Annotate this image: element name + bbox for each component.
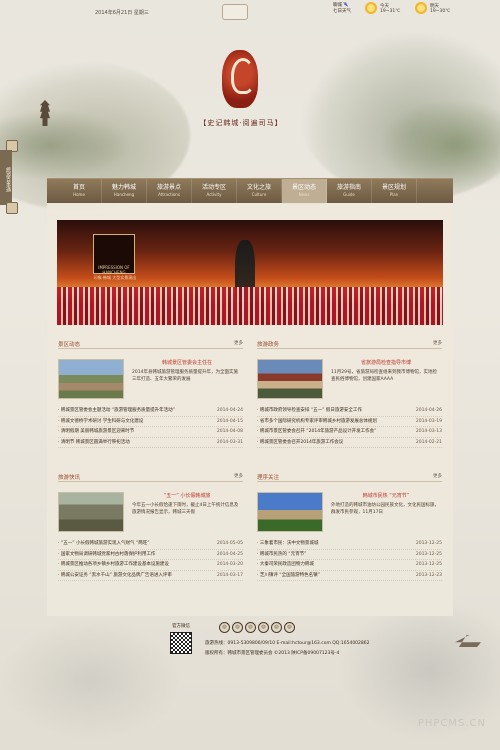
banner-logo: IMPRESSION OF HANCHENG [93, 234, 135, 275]
nav-item-home[interactable]: 首页 Home [57, 179, 102, 204]
list-item[interactable]: · 清明节 韩城景区圆满举行祭祀活动 2014-03-31 [58, 438, 243, 448]
nav-item-news[interactable]: 景区动态 News [282, 179, 327, 204]
feature-thumbnail[interactable] [58, 359, 124, 399]
list-item[interactable]: · 大秦司荣民政造团物力韩城 2013-12-25 [257, 560, 442, 571]
footer-copyright: 版权所有：韩城市景区管理委员会 ©2013 陕ICP备09007123号-4 [205, 651, 340, 656]
footer-contact: 旅游热线：0913-5309806/09/10 E-mail:hctour@16… [205, 641, 370, 646]
top-bar: 2014年6月21日 星期三 聊城 🌂 七日天气 今天 19~31℃ 明天 19~3… [0, 0, 500, 22]
site-logo[interactable] [222, 50, 258, 108]
more-link[interactable]: 更多 [234, 473, 243, 481]
weather-city[interactable]: 聊城 🌂 七日天气 [333, 3, 351, 15]
feature-title[interactable]: “五一” 小长假韩城旅 [132, 492, 242, 499]
more-link[interactable]: 更多 [433, 473, 442, 481]
renren-icon[interactable]: ◎ [258, 622, 269, 633]
list-item[interactable]: · 芝川镇评 “全国旅游特色名镇” 2013-12-23 [257, 571, 442, 581]
feature-desc: 外地打造的韩城市油坊公园民族文化，文化民国标旗，群发市民参观，11月17日 [331, 503, 439, 515]
list-item[interactable]: · 韩城景区管委会召开2014年旅游工作会议 2014-02-21 [257, 438, 442, 448]
top-emblem [222, 4, 248, 20]
section-tourism-affairs: 旅游政务 更多 省旅游局检查指导市博 11月29号，省旅游局检查组来到我市博物馆，实… [257, 340, 442, 448]
section-focus: 理序关注 更多 韩城市民热 “元宵节” 外地打造的韩城市油坊公园民族文化，文化民国标… [257, 473, 442, 581]
hero-banner[interactable]: IMPRESSION OF HANCHENG 印象·韩城 大型实景演出 [57, 220, 443, 325]
weixin-icon[interactable]: ◎ [245, 622, 256, 633]
list-item[interactable]: · 韩城景区推动各项乡镇乡村旅游工作建设基本设施建设 2014-03-20 [58, 560, 243, 571]
feature-title[interactable]: 省旅游局检查指导市博 [331, 359, 441, 366]
section-title: 旅游政务 [257, 342, 280, 348]
watermark: PHPCMS.CN [417, 718, 486, 729]
weather-tomorrow: 明天 19~30℃ [415, 2, 450, 14]
main-navigation: 首页 Home 魅力韩城 Hancheng 旅游景点 Attractions 活动专区… [47, 178, 453, 204]
nav-item-attractions[interactable]: 旅游景点 Attractions [147, 179, 192, 204]
nav-item-guide[interactable]: 旅游指南 Guide [327, 179, 372, 204]
list-item[interactable]: · 清明假期 美丽韩城旅游景区迎来时节 2014-04-08 [58, 427, 243, 438]
site-slogan: 【史记韩城·阅遍司马】 [199, 119, 283, 127]
list-item[interactable]: · 国家文物局调研韩城党家村古村落保护利用工作 2014-04-25 [58, 550, 243, 560]
weather-today: 今天 19~31℃ [365, 2, 400, 14]
list-item[interactable]: · 三象着市民：沃中文物景城城 2013-12-25 [257, 539, 442, 550]
feature-thumbnail[interactable] [257, 359, 323, 399]
feature-desc: 今年五一小长假恰逢下雨时，截止4日上午统计信息及旅游情况报告显示，韩城三天假 [132, 503, 239, 515]
nav-item-hancheng[interactable]: 魅力韩城 Hancheng [102, 179, 147, 204]
section-scenic-news: 景区动态 更多 韩城景区管委会主任在 2014年县韩城旅游管理服务质量提升年，为全面… [58, 340, 243, 448]
section-title: 景区动态 [58, 342, 81, 348]
feature-title[interactable]: 韩城市民热 “元宵节” [331, 492, 441, 499]
list-item[interactable]: · 韩城市政府领导检查安排 “五一” 假日旅游安全工作 2014-04-26 [257, 406, 442, 417]
social-icons: ◎ ◎ ◎ ◎ ◎ ◎ [219, 622, 295, 633]
banner-logo-caption: 印象·韩城 大型实景演出 [93, 275, 137, 280]
more-link[interactable]: 更多 [433, 340, 442, 348]
douban-icon[interactable]: ◎ [271, 622, 282, 633]
section-tourism-flash: 旅游快讯 更多 “五一” 小长假韩城旅今年五一小长假恰逢下雨时，截止4日上午统计信… [58, 473, 243, 581]
list-item[interactable]: · 韩城文德桥学术研讨 学生科研与文化建设 2014-04-15 [58, 417, 243, 427]
list-item[interactable]: · 韩城市民热的 “元宵节” 2013-12-25 [257, 550, 442, 560]
feature-desc: 2014年县韩城旅游管理服务质量提升年，为全面实施三年打造、五年大繁荣的发展 [132, 370, 238, 382]
section-title: 理序关注 [257, 475, 280, 481]
list-item[interactable]: · 韩城市景区管委会召开 “2014年旅游产品设计开发工作会” 2014-03-1… [257, 427, 442, 438]
nav-item-culture[interactable]: 文化之旅 Culture [237, 179, 282, 204]
more-link[interactable]: 更多 [234, 340, 243, 348]
sun-icon [415, 2, 427, 14]
current-date: 2014年6月21日 星期三 [95, 10, 149, 16]
feature-title[interactable]: 韩城景区管委会主任在 [132, 359, 242, 366]
side-tab-tour-helper[interactable]: 旅游百事通 [0, 150, 12, 205]
weibo-icon[interactable]: ◎ [219, 622, 230, 633]
wechat-label: 官方微信 [172, 624, 190, 629]
nav-item-plan[interactable]: 景区规划 Plan [372, 179, 417, 204]
wechat-qr-code [170, 632, 192, 654]
feature-thumbnail[interactable] [58, 492, 124, 532]
list-item[interactable]: · “五一” 小长假韩城旅游实现入气财气 “两旺” 2014-05-05 [58, 539, 243, 550]
nav-item-activity[interactable]: 活动专区 Activity [192, 179, 237, 204]
list-item[interactable]: · 韩城公安证务 “黑水千山” 旅游文化品牌广告语进入评审 2014-03-17 [58, 571, 243, 581]
side-tab-knob-bottom [6, 202, 18, 214]
kaixin-icon[interactable]: ◎ [284, 622, 295, 633]
performers-crowd [57, 287, 443, 325]
feature-thumbnail[interactable] [257, 492, 323, 532]
feature-desc: 11月29号，省旅游局检查组来到我市博物馆，实地检查民俗博物馆，创建国家AAAA [331, 370, 437, 382]
list-item[interactable]: · 韩城景区管委会主题活动 “旅游管理服务质量提升年活动” 2014-04-24 [58, 406, 243, 417]
qq-icon[interactable]: ◎ [232, 622, 243, 633]
sun-icon [365, 2, 377, 14]
section-title: 旅游快讯 [58, 475, 81, 481]
list-item[interactable]: · 省市多个国际研究机构专家评审韩城乡村旅游发展总体规划 2014-03-19 [257, 417, 442, 427]
